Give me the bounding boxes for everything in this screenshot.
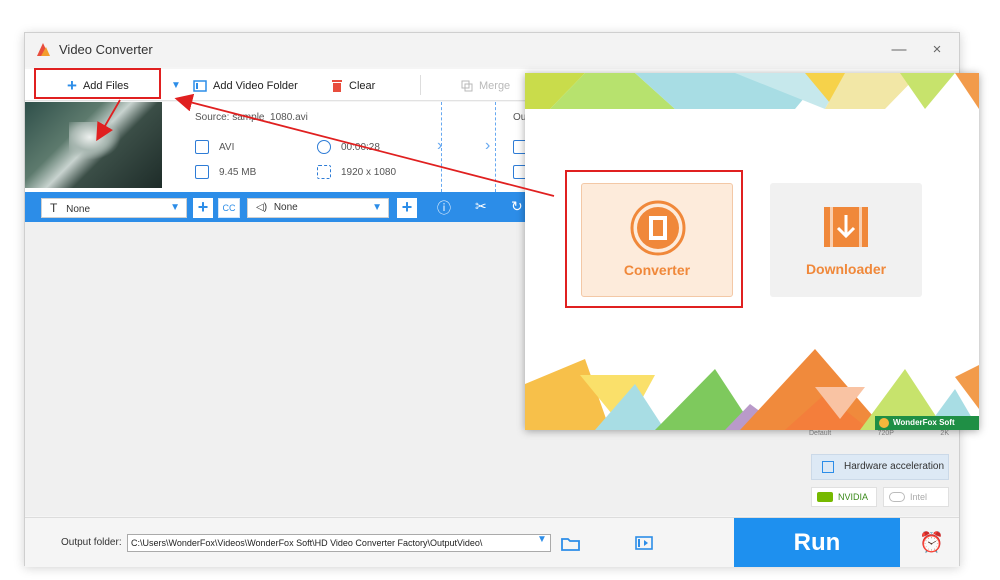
res-label: Default [809,430,832,437]
alarm-clock-icon[interactable]: ⏰ [919,530,944,555]
nvidia-label: NVIDIA [838,492,869,502]
chevron-down-icon: ▼ [170,202,180,213]
video-folder-icon [193,80,207,92]
video-export-icon[interactable] [635,535,653,551]
add-files-dropdown-icon[interactable]: ▼ [171,80,181,91]
title-bar: Video Converter — × [25,33,959,67]
duration-info: 00:00:28 [317,140,380,154]
size-info: 9.45 MB [195,165,256,179]
merge-icon [461,80,473,92]
divider-right [495,102,496,192]
app-logo-icon [37,43,50,56]
annotation-box-converter [565,170,743,308]
bottom-bar: Output folder: C:\Users\WonderFox\Videos… [25,517,959,567]
intel-icon [889,492,905,502]
resolution-info: 1920 x 1080 [317,165,396,179]
output-folder-label: Output folder: [61,537,122,548]
scissors-icon[interactable]: ✂ [475,198,487,215]
annotation-box-add-files [34,68,161,99]
chevron-right-icon: › [485,137,491,154]
add-video-folder-label: Add Video Folder [213,80,298,92]
speaker-icon: ◁) [256,202,268,213]
format-value: AVI [219,141,235,153]
window-title: Video Converter [59,42,153,57]
open-folder-icon[interactable] [561,536,581,552]
clear-button[interactable]: Clear [331,77,375,95]
nvidia-icon [817,492,833,502]
download-icon [824,207,868,247]
add-subtitle-button[interactable]: + [193,198,213,218]
resolution-scale: Default 720P 2K [809,430,949,437]
wonderfox-brand-badge: WonderFox Soft [875,416,979,430]
res-label: 720P [877,430,894,437]
hardware-acceleration-toggle[interactable]: Hardware acceleration [811,454,949,480]
res-label: 2K [940,430,949,437]
hardware-acceleration-label: Hardware acceleration [844,461,945,472]
format-info: AVI [195,140,234,154]
chevron-down-icon: ▼ [372,202,382,213]
toolbar-divider [420,75,421,95]
video-thumbnail[interactable] [25,102,162,188]
downloader-label: Downloader [805,261,887,277]
audio-value: None [273,202,298,213]
clear-label: Clear [349,80,376,92]
trash-icon [332,80,342,92]
resolution-icon [317,165,331,179]
run-button[interactable]: Run [734,518,900,567]
text-icon: T [50,201,58,215]
intel-option[interactable]: Intel [883,487,949,507]
rotate-icon[interactable]: ↻ [511,198,523,215]
chip-icon [822,461,834,473]
output-folder-path-input[interactable]: C:\Users\WonderFox\Videos\WonderFox Soft… [127,534,551,552]
subtitle-select[interactable]: T None ▼ [41,198,187,218]
resolution-value: 1920 x 1080 [341,166,397,178]
intel-label: Intel [910,492,928,502]
source-filename: Source: sample_1080.avi [195,112,308,123]
subtitle-value: None [66,204,91,215]
minimize-button[interactable]: — [887,39,911,61]
mode-select-popup: Converter Downloader WonderFox Soft [525,73,979,430]
add-audio-button[interactable]: + [397,198,417,218]
nvidia-option[interactable]: NVIDIA [811,487,877,507]
cc-button[interactable]: CC [218,198,240,218]
downloader-card[interactable]: Downloader [770,183,922,297]
clock-icon [317,140,331,154]
output-folder-dropdown-icon[interactable]: ▼ [537,534,547,545]
fox-logo-icon [879,418,889,428]
file-size-icon [195,165,209,179]
duration-value: 00:00:28 [341,141,380,153]
size-value: 9.45 MB [219,166,257,178]
merge-label: Merge [479,80,511,92]
add-video-folder-button[interactable]: Add Video Folder [193,77,298,95]
format-icon [195,140,209,154]
close-button[interactable]: × [925,39,949,61]
output-settings-panel: Default 720P 2K Hardware acceleration NV… [809,422,955,518]
info-icon[interactable]: ⓘ [437,198,451,218]
chevron-right-icon: › [437,137,443,154]
decorative-top-banner [525,73,979,109]
brand-label: WonderFox Soft [893,418,955,427]
audio-track-select[interactable]: ◁) None ▼ [247,198,389,218]
merge-button[interactable]: Merge [461,77,510,95]
